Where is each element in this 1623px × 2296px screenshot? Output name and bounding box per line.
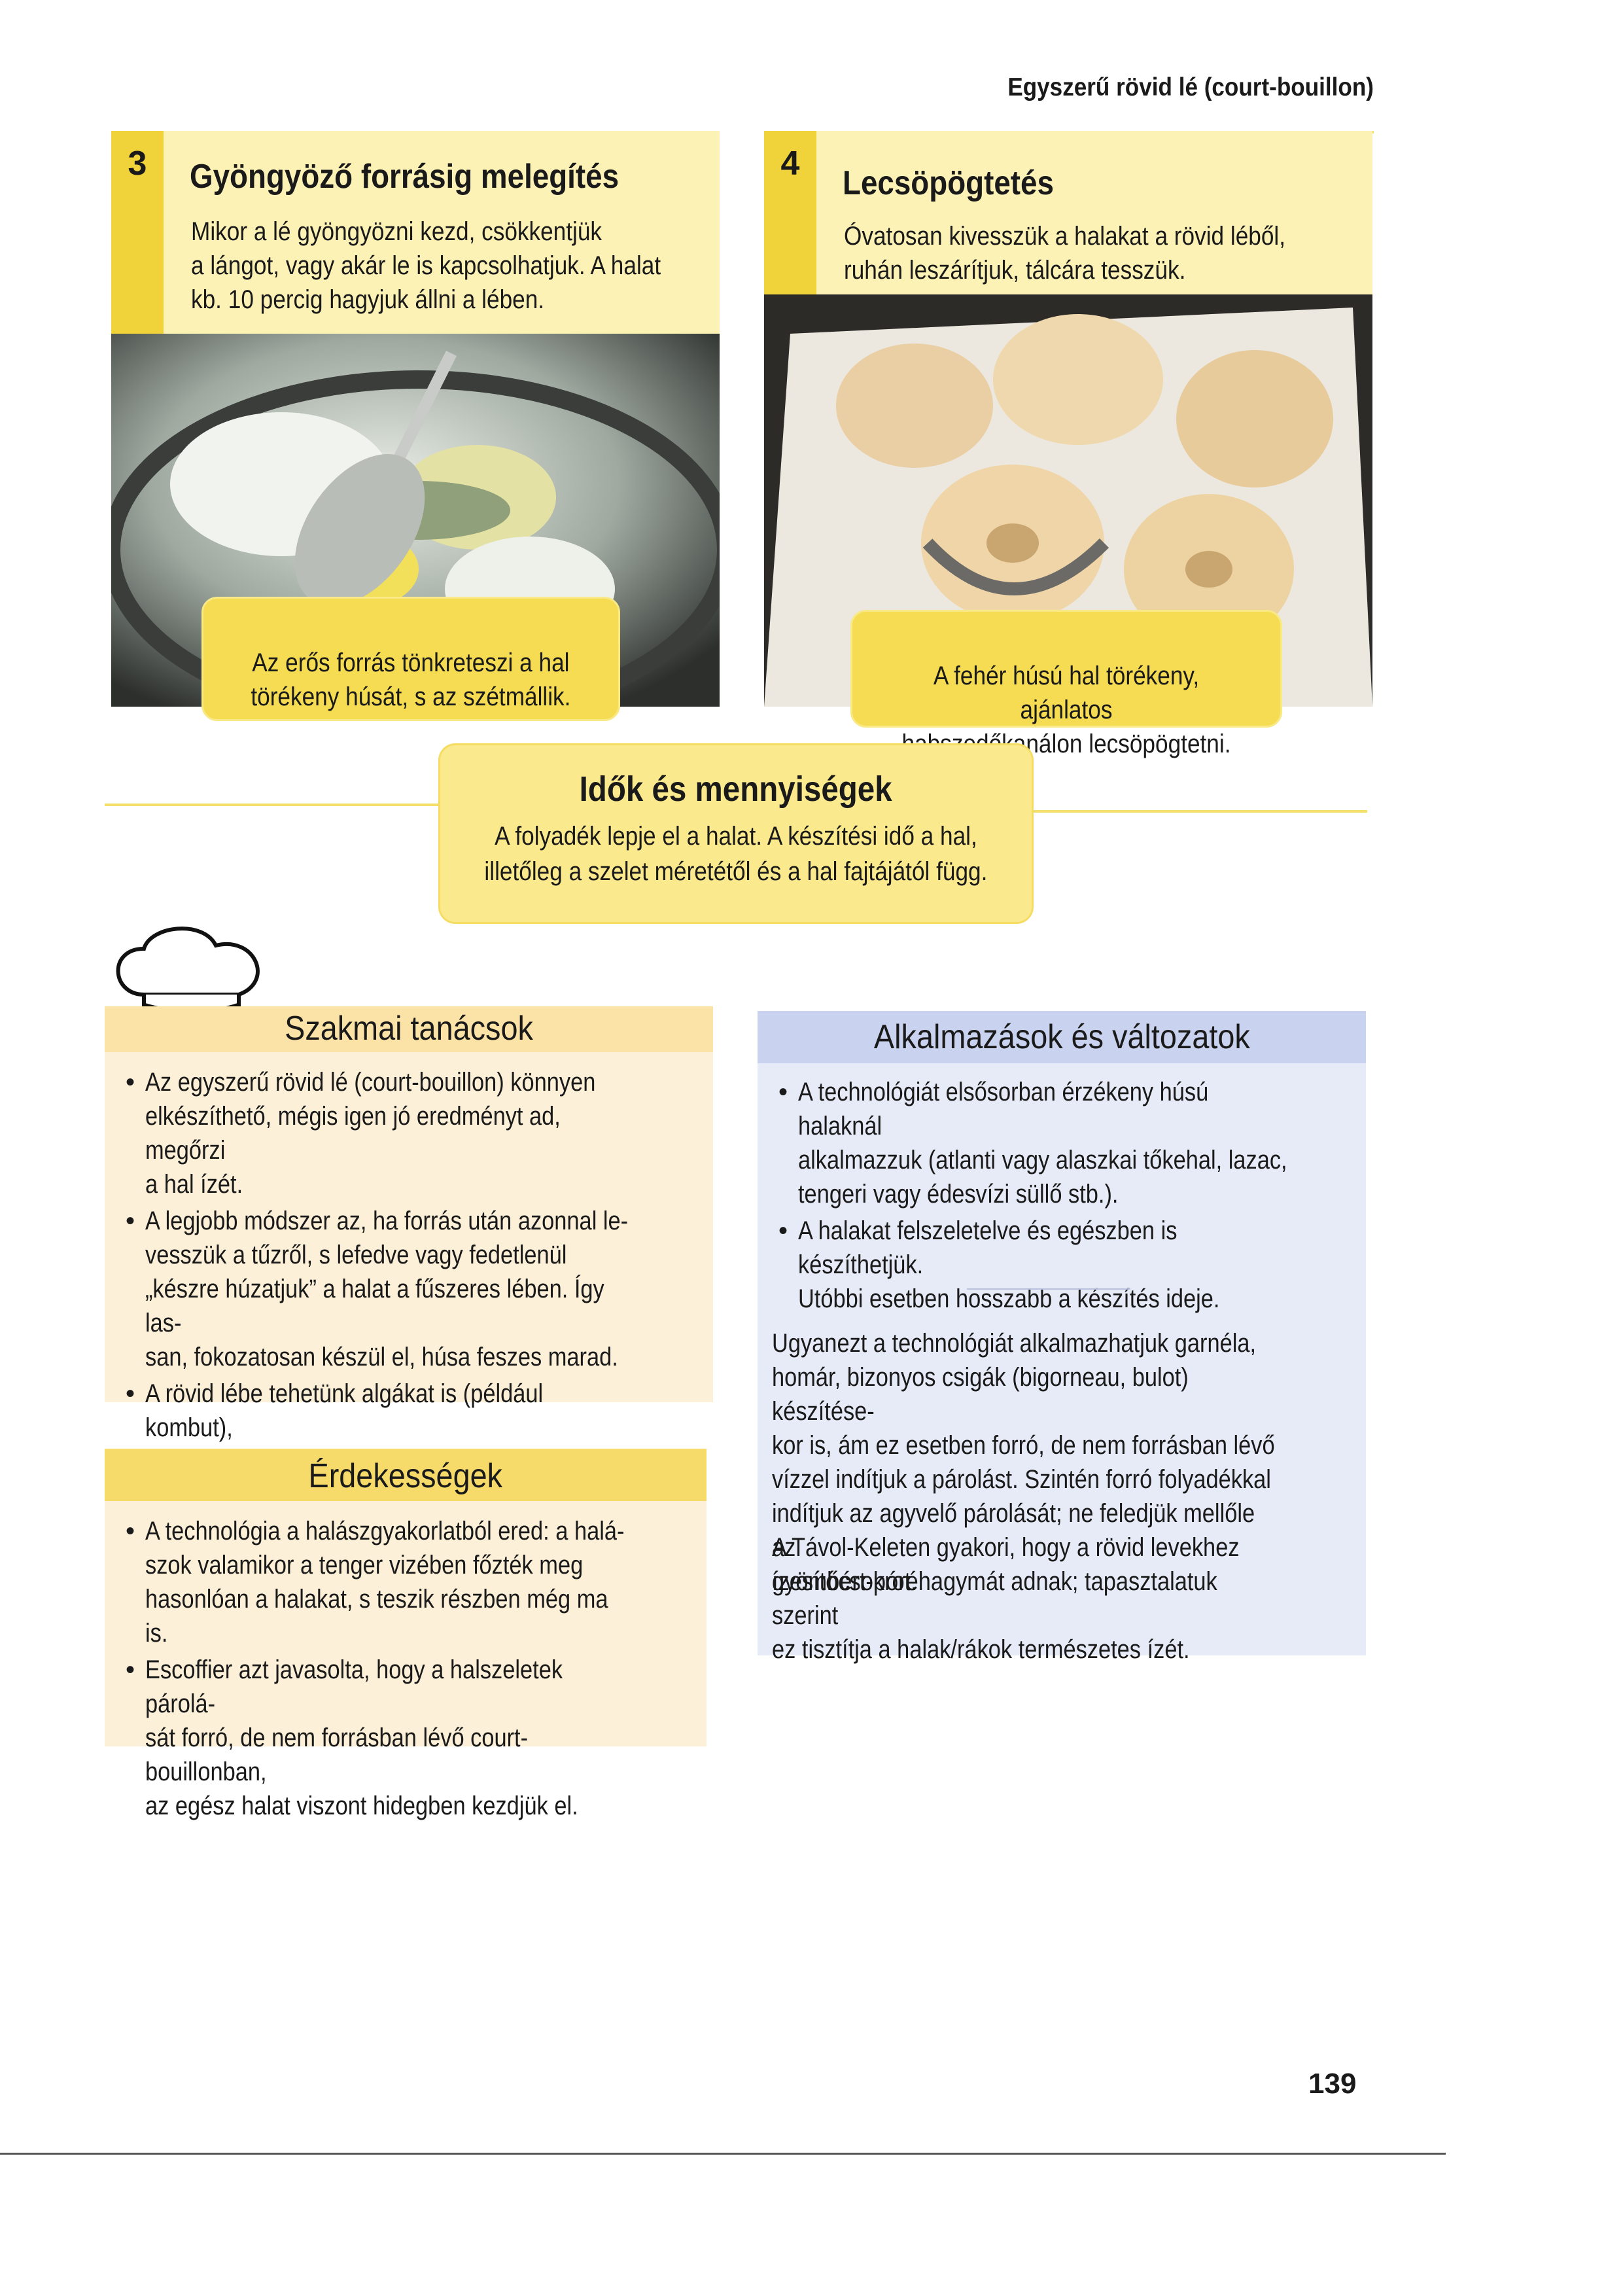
step-4-number: 4: [764, 131, 816, 294]
facts-panel: Érdekességek A technológia a halászgyako…: [105, 1449, 707, 1820]
list-item: Az egyszerű rövid lé (court-bouillon) kö…: [126, 1065, 714, 1201]
page-number: 139: [1308, 2068, 1357, 2100]
step-3-callout: Az erős forrás tönkreteszi a hal töréken…: [201, 597, 620, 721]
times-rule-left: [105, 804, 445, 806]
step-3-text: Mikor a lé gyöngyözni kezd, csökkentjük …: [191, 217, 661, 314]
list-item: A halakat felszeletelve és egészben is k…: [778, 1214, 1367, 1316]
step-3-number: 3: [111, 131, 164, 334]
tips-list: Az egyszerű rövid lé (court-bouillon) kö…: [126, 1065, 714, 1481]
applications-paragraph-2: A Távol-Keleten gyakori, hogy a rövid le…: [772, 1533, 1240, 1664]
running-head: Egyszerű rövid lé (court-bouillon): [1007, 73, 1374, 101]
times-title: Idők és mennyiségek: [579, 769, 893, 809]
facts-list: A technológia a halászgyakorlatból ered:…: [126, 1514, 714, 1826]
list-item: A technológia a halászgyakorlatból ered:…: [126, 1514, 714, 1650]
applications-title: Alkalmazások és változatok: [873, 1018, 1250, 1056]
list-item: Escoffier azt javasolta, hogy a halszele…: [126, 1653, 714, 1823]
applications-list: A technológiát elsősorban érzékeny húsú …: [778, 1075, 1367, 1318]
page-bottom-rule: [0, 2153, 1446, 2155]
list-item: A technológiát elsősorban érzékeny húsú …: [778, 1075, 1367, 1211]
step-3-title: Gyöngyöző forrásig melegítés: [190, 158, 620, 196]
tips-panel: Szakmai tanácsok Az egyszerű rövid lé (c…: [105, 1006, 713, 1476]
step-4-text: Óvatosan kivesszük a halakat a rövid léb…: [844, 222, 1286, 285]
times-rule-right: [1034, 810, 1367, 813]
step-3-callout-text: Az erős forrás tönkreteszi a hal töréken…: [251, 648, 571, 711]
times-text: A folyadék lepje el a halat. A készítési…: [484, 822, 988, 886]
applications-divider: [967, 1288, 1130, 1290]
facts-title: Érdekességek: [308, 1457, 503, 1495]
times-box: Idők és mennyiségek A folyadék lepje el …: [438, 743, 1034, 924]
list-item: A legjobb módszer az, ha forrás után azo…: [126, 1204, 714, 1374]
step-4-title: Lecsöpögtetés: [843, 164, 1054, 202]
applications-panel: Alkalmazások és változatok A technológiá…: [758, 1011, 1367, 1664]
tips-title: Szakmai tanácsok: [285, 1010, 533, 1048]
step-4-callout: A fehér húsú hal törékeny, ajánlatos hab…: [850, 610, 1282, 758]
